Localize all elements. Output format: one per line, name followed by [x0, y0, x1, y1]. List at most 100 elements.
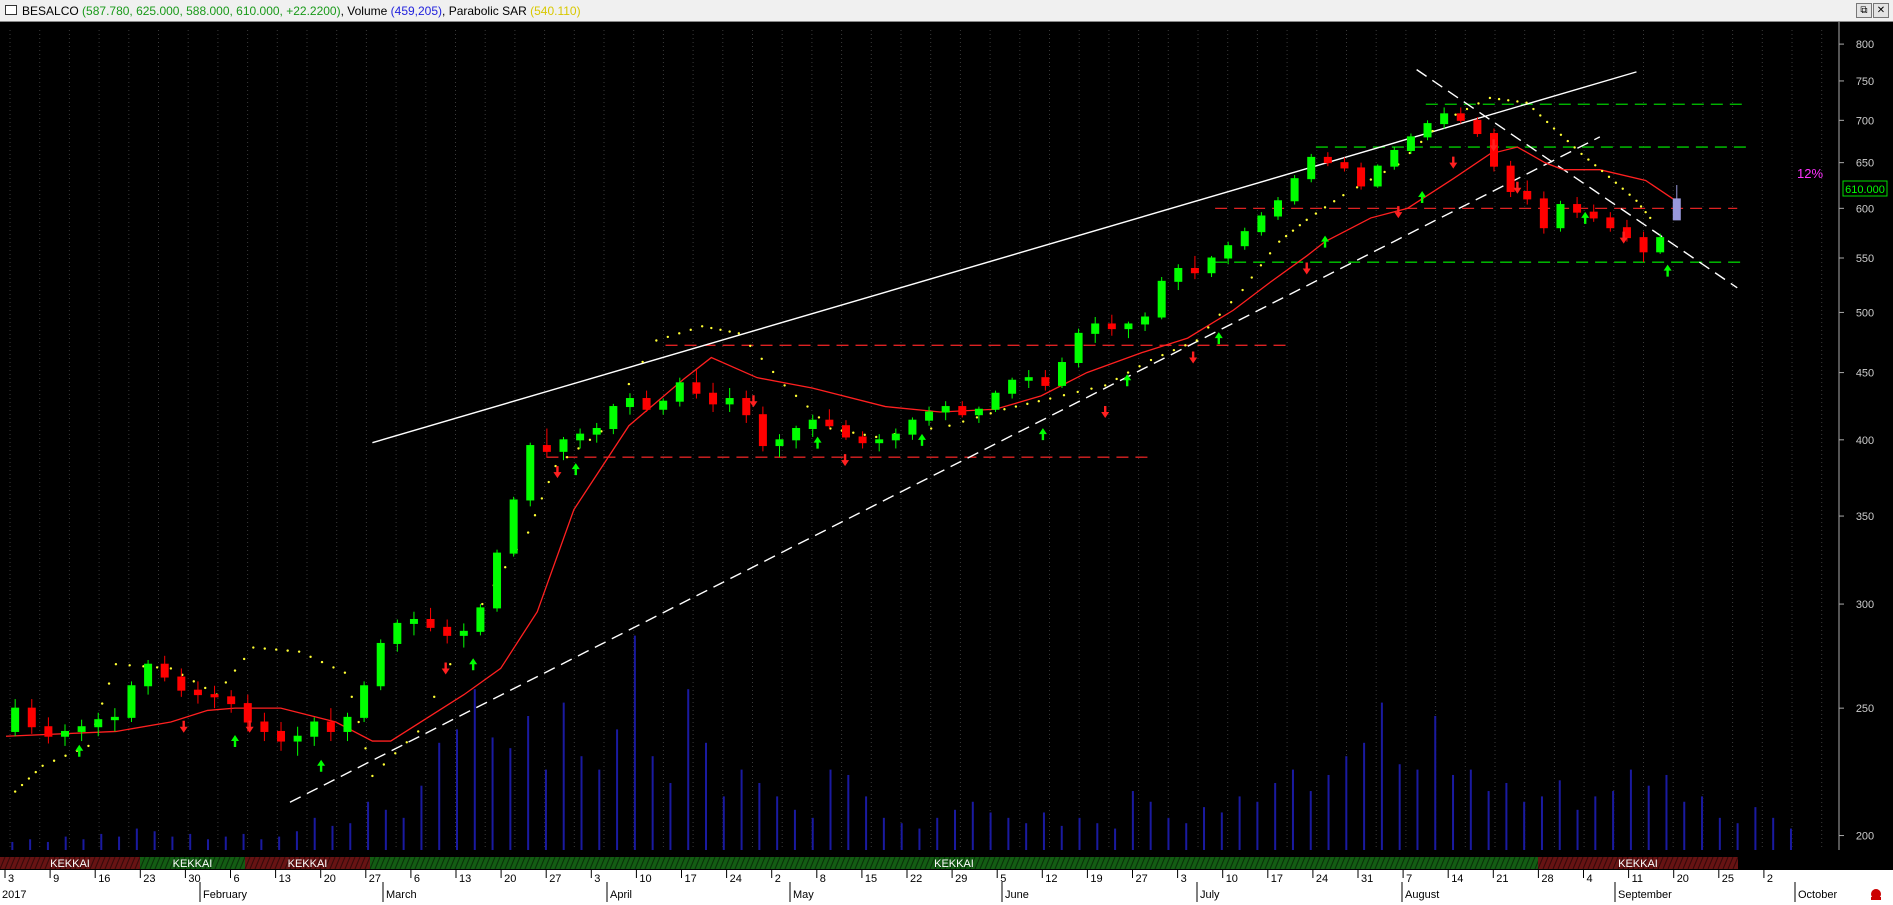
volume-bar [971, 801, 974, 850]
volume-bar [882, 817, 885, 850]
candle-body [1373, 165, 1382, 187]
date-tick-label: 4 [1587, 873, 1593, 885]
volume-bar [1220, 812, 1223, 850]
volume-bar [11, 841, 14, 850]
symbol-label: BESALCO [22, 4, 79, 18]
month-label: April [610, 889, 632, 901]
candle-body [227, 696, 236, 705]
candle-body [343, 716, 352, 732]
volume-bar [1487, 791, 1490, 850]
volume-bar [1167, 817, 1170, 850]
sar-dot [666, 335, 670, 339]
sar-dot [224, 681, 228, 684]
sar-dot [929, 427, 933, 430]
volume-bar [829, 769, 832, 850]
sar-dot [1259, 264, 1263, 267]
sar-dot [975, 416, 979, 419]
volume-bar [1612, 791, 1615, 850]
volume-bar [278, 836, 281, 850]
volume-bar [206, 839, 209, 850]
volume-bar [118, 836, 121, 850]
candle-body [841, 425, 850, 438]
volume-bar [1345, 756, 1348, 850]
volume-bar [1558, 780, 1561, 850]
candle-body [1473, 119, 1482, 135]
sar-dot [417, 730, 420, 733]
sar-dot [1454, 113, 1457, 116]
sar-dot [405, 741, 408, 744]
date-tick-label: 24 [1316, 873, 1328, 885]
volume-bar [349, 823, 352, 850]
volume-bar [260, 839, 263, 850]
candle-body [1589, 211, 1598, 219]
candle-body [360, 685, 369, 718]
candle-body [1257, 215, 1266, 233]
volume-bar [793, 809, 796, 850]
price-chart[interactable]: 800750700650600550500450400350300250200 … [0, 22, 1893, 905]
volume-bar [295, 831, 298, 850]
volume-bar [936, 817, 939, 850]
sar-dot [1284, 234, 1288, 238]
volume-bar [954, 809, 957, 850]
sar-dot [1323, 206, 1327, 209]
window-title: BESALCO (587.780, 625.000, 588.000, 610.… [22, 4, 581, 18]
sar-dot [1014, 405, 1018, 408]
date-tick-label: 3 [8, 873, 14, 885]
sar-dot [1507, 99, 1510, 102]
volume-bar [1203, 807, 1206, 850]
sar-dot [382, 763, 386, 766]
volume-bar [224, 836, 227, 850]
sar-dot [41, 764, 44, 767]
candle-body [1656, 237, 1665, 253]
volume-bar [1540, 796, 1543, 850]
sar-dot [1607, 175, 1611, 179]
volume-bar [1007, 817, 1010, 850]
sar-dot [1383, 170, 1386, 174]
sar-dot [107, 682, 111, 685]
sar-dot [1644, 210, 1647, 214]
volume-bar [384, 809, 387, 850]
close-button[interactable]: ✕ [1873, 3, 1889, 18]
candle-body [210, 694, 219, 698]
sar-dot [1552, 127, 1556, 130]
candle-body [908, 419, 917, 435]
sar-dot [242, 657, 246, 661]
date-tick-label: 13 [279, 873, 291, 885]
sar-dot [1594, 164, 1597, 167]
volume-bar [402, 817, 405, 850]
candle-body [808, 419, 817, 430]
sar-dot [481, 602, 484, 606]
volume-bar [1363, 742, 1366, 850]
candle-body [393, 622, 402, 644]
sar-dot [1580, 152, 1583, 156]
date-tick-label: 12 [1045, 873, 1057, 885]
sar-indicator-label: Parabolic SAR [448, 4, 527, 18]
sar-dot [1465, 107, 1469, 111]
sar-dot [1614, 181, 1618, 184]
sar-dot [641, 360, 644, 364]
date-tick-label: 2 [1767, 873, 1773, 885]
candle-body [1074, 332, 1083, 364]
month-label: May [793, 889, 814, 901]
sar-dot [817, 416, 821, 419]
volume-bar [100, 833, 103, 850]
kekkai-band-row: KEKKAI KEKKAI KEKKAI KEKKAI KEKKAI [0, 856, 1739, 870]
candle-body [825, 419, 834, 427]
sar-dot [962, 420, 965, 423]
volume-bar [1754, 807, 1757, 850]
volume-bar [651, 756, 654, 850]
candle-body [1157, 280, 1166, 318]
restore-button[interactable]: ⧉ [1856, 3, 1872, 18]
candle-body [1573, 204, 1582, 213]
candle-body [1107, 323, 1116, 330]
candle-body [77, 726, 86, 732]
volume-bar [1469, 769, 1472, 850]
sar-dot [1062, 394, 1066, 397]
sar-dot [1090, 387, 1093, 390]
candle-body [243, 703, 252, 723]
sar-dot [1003, 408, 1006, 411]
candle-body [1406, 136, 1415, 151]
candle-body [576, 433, 585, 441]
volume-bar [1594, 796, 1597, 850]
sar-dot [547, 480, 550, 484]
